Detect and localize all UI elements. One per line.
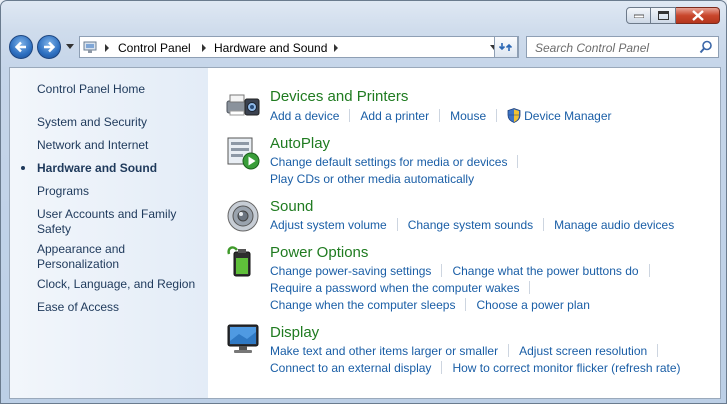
- sidebar-item-hardware-and-sound[interactable]: Hardware and Sound: [37, 161, 157, 176]
- main-panel: Devices and Printers Add a device Add a p…: [208, 68, 720, 398]
- sidebar-item-ease-of-access[interactable]: Ease of Access: [37, 300, 119, 315]
- sidebar-item-appearance[interactable]: Appearance and Personalization: [37, 242, 147, 272]
- explorer-window: Control Panel Hardware and Sound Search …: [0, 0, 727, 404]
- power-links-row-1: Change power-saving settings Change what …: [270, 264, 660, 278]
- sidebar-item-programs[interactable]: Programs: [37, 184, 89, 199]
- display-title[interactable]: Display: [270, 324, 319, 341]
- navigation-bar: Control Panel Hardware and Sound Search …: [1, 31, 726, 63]
- uac-shield-icon: [507, 108, 521, 123]
- breadcrumb-hardware-and-sound[interactable]: Hardware and Sound: [214, 41, 327, 55]
- refresh-button[interactable]: [494, 36, 518, 58]
- breadcrumb-separator-icon: [202, 44, 206, 52]
- minimize-icon: [633, 14, 644, 18]
- change-power-buttons-link[interactable]: Change what the power buttons do: [452, 264, 638, 278]
- link-divider: [529, 281, 531, 294]
- choose-power-plan-link[interactable]: Choose a power plan: [476, 298, 589, 312]
- autoplay-title[interactable]: AutoPlay: [270, 135, 330, 152]
- display-links-row-2: Connect to an external display How to cor…: [270, 361, 681, 375]
- sidebar-item-user-accounts[interactable]: User Accounts and Family Safety: [37, 207, 187, 237]
- search-placeholder: Search Control Panel: [535, 41, 650, 55]
- control-panel-icon: [83, 41, 97, 53]
- sidebar-item-system-and-security[interactable]: System and Security: [37, 115, 147, 130]
- adjust-screen-resolution-link[interactable]: Adjust screen resolution: [519, 344, 647, 358]
- link-divider: [496, 109, 498, 122]
- autoplay-icon: [227, 137, 260, 170]
- change-when-computer-sleeps-link[interactable]: Change when the computer sleeps: [270, 298, 455, 312]
- power-links-row-2: Require a password when the computer wak…: [270, 281, 540, 295]
- search-box[interactable]: Search Control Panel: [526, 36, 719, 58]
- sidebar: Control Panel Home System and Security N…: [10, 68, 208, 398]
- link-divider: [349, 109, 351, 122]
- breadcrumb-control-panel[interactable]: Control Panel: [118, 41, 191, 55]
- devices-links: Add a device Add a printer Mouse Device Ma…: [270, 108, 612, 123]
- content-area: Control Panel Home System and Security N…: [9, 67, 721, 399]
- link-divider: [441, 264, 443, 277]
- power-links-row-3: Change when the computer sleeps Choose a …: [270, 298, 590, 312]
- breadcrumb-separator-icon: [334, 44, 338, 52]
- caption-buttons: [626, 7, 720, 24]
- correct-monitor-flicker-link[interactable]: How to correct monitor flicker (refresh …: [452, 361, 680, 375]
- mouse-link[interactable]: Mouse: [450, 109, 486, 123]
- add-a-printer-link[interactable]: Add a printer: [360, 109, 429, 123]
- link-divider: [543, 218, 545, 231]
- devices-and-printers-icon: [226, 94, 260, 116]
- connect-external-display-link[interactable]: Connect to an external display: [270, 361, 431, 375]
- change-power-saving-settings-link[interactable]: Change power-saving settings: [270, 264, 431, 278]
- link-divider: [657, 344, 659, 357]
- make-text-larger-link[interactable]: Make text and other items larger or smal…: [270, 344, 498, 358]
- link-divider: [508, 344, 510, 357]
- sound-title[interactable]: Sound: [270, 198, 313, 215]
- back-arrow-icon: [14, 41, 26, 53]
- change-system-sounds-link[interactable]: Change system sounds: [408, 218, 533, 232]
- link-divider: [648, 264, 650, 277]
- change-default-media-settings-link[interactable]: Change default settings for media or dev…: [270, 155, 507, 169]
- power-options-icon: [227, 246, 251, 277]
- device-manager-link[interactable]: Device Manager: [524, 109, 611, 123]
- maximize-button[interactable]: [651, 7, 676, 24]
- require-password-on-wake-link[interactable]: Require a password when the computer wak…: [270, 281, 519, 295]
- power-options-title[interactable]: Power Options: [270, 244, 368, 261]
- devices-and-printers-title[interactable]: Devices and Printers: [270, 88, 408, 105]
- close-icon: [691, 10, 704, 21]
- maximize-icon: [657, 11, 669, 20]
- recent-pages-chevron-icon[interactable]: [66, 44, 74, 50]
- breadcrumb-separator-icon: [105, 44, 109, 52]
- adjust-system-volume-link[interactable]: Adjust system volume: [270, 218, 387, 232]
- autoplay-links-row-2: Play CDs or other media automatically: [270, 172, 474, 186]
- manage-audio-devices-link[interactable]: Manage audio devices: [554, 218, 674, 232]
- add-a-device-link[interactable]: Add a device: [270, 109, 339, 123]
- display-icon: [227, 324, 259, 353]
- link-divider: [517, 155, 519, 168]
- close-button[interactable]: [676, 7, 720, 24]
- active-item-bullet: [21, 166, 25, 170]
- link-divider: [439, 109, 441, 122]
- sidebar-item-clock-language-region[interactable]: Clock, Language, and Region: [37, 277, 195, 292]
- link-divider: [441, 361, 443, 374]
- link-divider: [396, 218, 398, 231]
- link-divider: [465, 298, 467, 311]
- sound-icon: [227, 200, 259, 232]
- play-cds-automatically-link[interactable]: Play CDs or other media automatically: [270, 172, 474, 186]
- display-links-row-1: Make text and other items larger or smal…: [270, 344, 668, 358]
- sound-links: Adjust system volume Change system sounds…: [270, 218, 674, 232]
- sidebar-item-control-panel-home[interactable]: Control Panel Home: [37, 82, 145, 97]
- sidebar-item-network-and-internet[interactable]: Network and Internet: [37, 138, 148, 153]
- address-bar[interactable]: Control Panel Hardware and Sound: [79, 36, 519, 58]
- minimize-button[interactable]: [626, 7, 651, 24]
- forward-arrow-icon: [44, 41, 56, 53]
- refresh-icon: [498, 43, 513, 51]
- forward-button[interactable]: [37, 35, 61, 59]
- search-icon[interactable]: [699, 40, 713, 54]
- autoplay-links-row-1: Change default settings for media or dev…: [270, 155, 528, 169]
- back-button[interactable]: [9, 35, 33, 59]
